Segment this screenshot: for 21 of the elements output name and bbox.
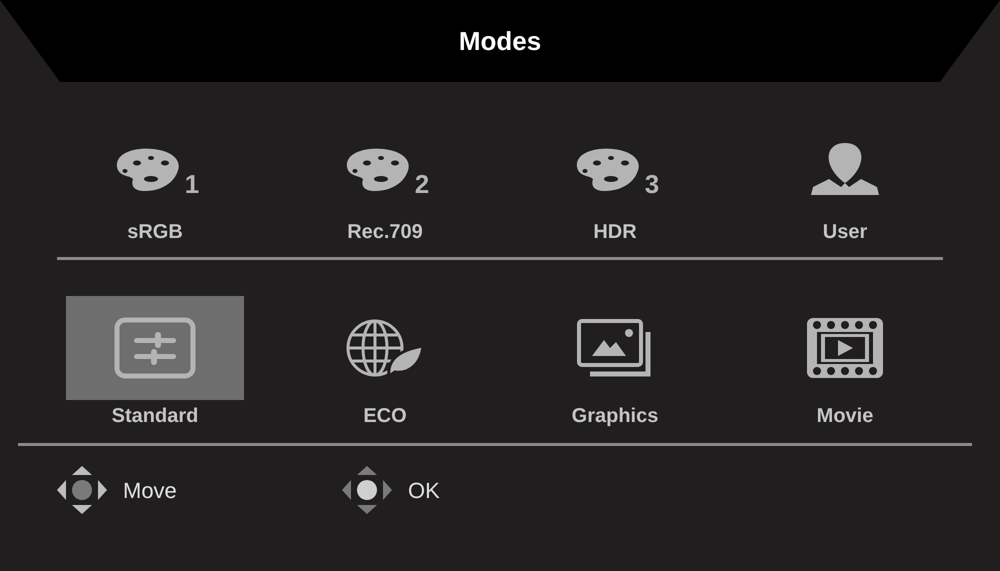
mode-option[interactable]: 3 [526, 126, 704, 216]
hint-label: OK [408, 476, 440, 504]
hint-label: Move [123, 476, 177, 504]
mode-label: Standard [112, 404, 198, 429]
direction-pad-icon [342, 466, 392, 514]
mode-label: Graphics [572, 404, 658, 429]
mode-label: HDR [593, 220, 637, 245]
mode-number: 2 [414, 171, 430, 197]
mode-label: sRGB [127, 220, 183, 245]
film-play-icon [805, 316, 885, 380]
direction-pad-icon [57, 466, 107, 514]
sliders-icon [114, 317, 196, 379]
mode-label: Movie [816, 404, 874, 429]
menu-title: Modes [458, 24, 542, 58]
mode-number: 3 [644, 171, 660, 197]
mode-number: 1 [184, 171, 200, 197]
mode-option[interactable]: 1 [66, 126, 244, 216]
mode-option[interactable]: 2 [296, 126, 474, 216]
mode-label: ECO [363, 404, 407, 429]
mode-label: User [822, 220, 868, 245]
mode-label: Rec.709 [347, 220, 423, 245]
